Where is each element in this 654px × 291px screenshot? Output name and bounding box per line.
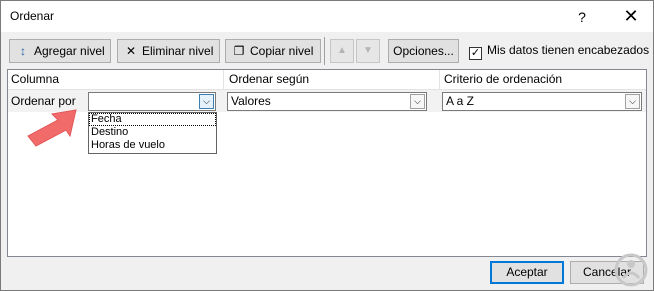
delete-level-label: Eliminar nivel (142, 44, 214, 58)
move-up-button[interactable]: ▲ (330, 39, 354, 63)
chevron-down-icon[interactable]: ⌵ (410, 94, 425, 109)
toolbar: ↕ Agregar nivel ✕ Eliminar nivel ❐ Copiar n… (1, 32, 653, 68)
help-button[interactable]: ? (569, 5, 595, 29)
move-up-icon: ▲ (337, 45, 347, 56)
accept-button[interactable]: Aceptar (490, 261, 564, 284)
order-select[interactable]: A a Z ⌵ (442, 92, 642, 111)
headers-checkbox[interactable]: ✓ (469, 47, 482, 60)
options-button[interactable]: Opciones... (388, 39, 459, 63)
dropdown-option-horas-de-vuelo[interactable]: Horas de vuelo (89, 139, 216, 152)
copy-icon: ❐ (233, 44, 245, 58)
sort-dialog: Ordenar ? ✕ ↕ Agregar nivel ✕ Eliminar niv… (0, 0, 654, 291)
headers-checkbox-label: Mis datos tienen encabezados (487, 43, 650, 57)
dropdown-option-fecha[interactable]: Fecha (89, 113, 216, 126)
copy-level-button[interactable]: ❐ Copiar nivel (225, 39, 321, 63)
headers-checkbox-row[interactable]: ✓ Mis datos tienen encabezados (469, 43, 649, 60)
add-level-icon: ↕ (20, 44, 26, 58)
chevron-down-icon[interactable]: ⌵ (199, 94, 214, 109)
copy-level-label: Copiar nivel (250, 44, 314, 58)
dropdown-option-destino[interactable]: Destino (89, 126, 216, 139)
order-header: Criterio de ordenación (444, 72, 563, 86)
delete-icon: ✕ (125, 44, 137, 58)
toolbar-separator (324, 37, 325, 65)
order-value: A a Z (446, 94, 475, 108)
sort-on-header: Ordenar según (229, 72, 310, 86)
column-dropdown-list: Fecha Destino Horas de vuelo (88, 112, 217, 154)
chevron-down-icon[interactable]: ⌵ (625, 94, 640, 109)
header-divider (223, 70, 224, 90)
delete-level-button[interactable]: ✕ Eliminar nivel (117, 39, 220, 63)
add-level-label: Agregar nivel (34, 44, 105, 58)
close-button[interactable]: ✕ (613, 3, 649, 30)
title-bar: Ordenar ? ✕ (1, 1, 653, 32)
add-level-button[interactable]: ↕ Agregar nivel (9, 39, 111, 63)
sort-on-select[interactable]: Valores ⌵ (227, 92, 427, 111)
move-down-button[interactable]: ▼ (356, 39, 380, 63)
move-down-icon: ▼ (363, 45, 373, 56)
header-divider (439, 70, 440, 90)
sort-levels-grid: Columna Ordenar según Criterio de ordena… (7, 69, 647, 257)
column-select[interactable]: ⌵ (88, 92, 216, 111)
sort-on-value: Valores (231, 94, 271, 108)
watermark-logo (614, 253, 648, 287)
dialog-title: Ordenar (10, 9, 55, 23)
pointer-arrow-icon (27, 109, 77, 147)
column-header: Columna (11, 72, 60, 86)
